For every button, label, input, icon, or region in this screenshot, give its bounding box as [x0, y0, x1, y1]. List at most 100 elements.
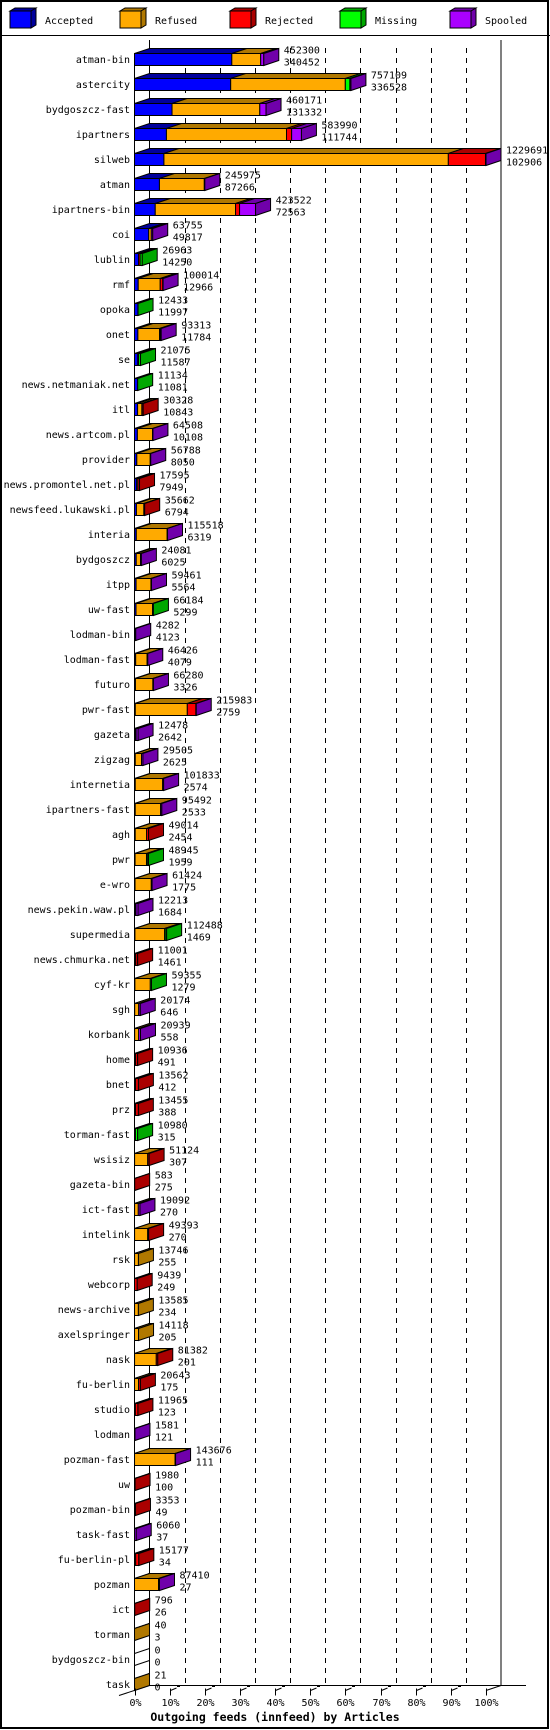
- accepted-value-label: 0: [155, 1658, 161, 1669]
- row-label: axelspringer: [58, 1330, 130, 1341]
- bar-segment-missing: [344, 78, 351, 91]
- row-label: uw: [118, 1480, 131, 1491]
- row-label: interia: [88, 530, 130, 541]
- x-tick-label: 60%: [336, 1698, 354, 1709]
- accepted-value-label: 121: [155, 1433, 173, 1444]
- bar-segment-accepted: [134, 153, 165, 166]
- accepted-value-label: 1775: [172, 883, 196, 894]
- accepted-value-label: 491: [158, 1058, 176, 1069]
- row-label: torman: [94, 1630, 130, 1641]
- row-label: wsisiz: [94, 1155, 130, 1166]
- total-value-label: 112488: [187, 921, 223, 932]
- accepted-value-label: 49817: [173, 233, 203, 244]
- total-value-label: 40: [155, 1621, 167, 1632]
- x-tick-label: 30%: [231, 1698, 249, 1709]
- legend-swatch-side: [140, 7, 147, 29]
- total-value-label: 64508: [173, 421, 203, 432]
- total-value-label: 30328: [163, 396, 193, 407]
- x-tick-depth-marker: [247, 1685, 250, 1687]
- row-label: ict-fast: [82, 1205, 130, 1216]
- accepted-value-label: 234: [158, 1308, 176, 1319]
- legend-swatch-accepted: [9, 10, 32, 29]
- accepted-value-label: 175: [160, 1383, 178, 1394]
- bar-segment-refused: [134, 1453, 176, 1466]
- bar-segment-refused: [165, 128, 287, 141]
- accepted-value-label: 412: [158, 1083, 176, 1094]
- accepted-value-label: 2642: [158, 733, 182, 744]
- accepted-value-label: 205: [159, 1333, 177, 1344]
- x-tick-depth-marker: [388, 1685, 391, 1687]
- legend-swatch-side: [470, 7, 477, 29]
- accepted-value-label: 49: [156, 1508, 168, 1519]
- total-value-label: 12478: [158, 721, 188, 732]
- bar-segment-rejected: [186, 703, 197, 716]
- accepted-value-label: 1279: [172, 983, 196, 994]
- row-label: silweb: [94, 155, 130, 166]
- total-value-label: 1980: [155, 1471, 179, 1482]
- accepted-value-label: 2574: [184, 783, 208, 794]
- legend-swatch-side: [250, 7, 257, 29]
- row-label: uw-fast: [88, 605, 130, 616]
- total-value-label: 6060: [156, 1521, 180, 1532]
- total-value-label: 423522: [276, 196, 312, 207]
- bar-segment-accepted: [134, 253, 140, 266]
- bar-segment-refused: [134, 753, 143, 766]
- row-label: internetia: [70, 780, 130, 791]
- total-value-label: 115518: [188, 521, 224, 532]
- total-value-label: 20939: [161, 1021, 191, 1032]
- total-value-label: 757109: [371, 71, 407, 82]
- x-tick-label: 70%: [372, 1698, 390, 1709]
- row-label: supermedia: [70, 930, 130, 941]
- total-value-label: 24081: [161, 546, 191, 557]
- total-value-label: 21075: [161, 346, 191, 357]
- bar-segment-refused: [134, 803, 162, 816]
- bar-segment-accepted: [134, 228, 150, 241]
- row-label: torman-fast: [64, 1130, 130, 1141]
- accepted-value-label: 270: [160, 1208, 178, 1219]
- bar-top-accepted: [134, 73, 246, 79]
- legend-swatch-refused: [119, 10, 142, 29]
- row-label: news.artcom.pl: [46, 430, 130, 441]
- total-value-label: 35662: [165, 496, 195, 507]
- total-value-label: 46426: [168, 646, 198, 657]
- bar-segment-refused: [230, 78, 346, 91]
- x-tick-depth-marker: [177, 1685, 180, 1687]
- x-tick-depth-marker: [282, 1685, 285, 1687]
- bar-segment-accepted: [134, 53, 233, 66]
- x-tick-label: 10%: [161, 1698, 179, 1709]
- total-value-label: 10980: [158, 1121, 188, 1132]
- bar-segment-refused: [135, 578, 152, 591]
- bar-segment-refused: [134, 1353, 157, 1366]
- total-value-label: 245975: [225, 171, 261, 182]
- total-value-label: 59355: [172, 971, 202, 982]
- row-label: pozman-bin: [70, 1505, 130, 1516]
- row-label: pwr: [112, 855, 130, 866]
- legend-label: Missing: [375, 16, 417, 27]
- total-value-label: 19092: [160, 1196, 190, 1207]
- row-label: prz: [112, 1105, 130, 1116]
- total-value-label: 21: [155, 1671, 167, 1682]
- bar-segment-accepted: [134, 328, 139, 341]
- bar-segment-refused: [163, 153, 449, 166]
- bar-segment-refused: [135, 653, 148, 666]
- total-value-label: 583990: [321, 121, 357, 132]
- row-label: bydgoszcz-bin: [52, 1655, 130, 1666]
- row-label: cyf-kr: [94, 980, 130, 991]
- bar-segment-refused: [134, 1253, 139, 1266]
- bar-segment-refused: [134, 1378, 140, 1391]
- bar-segment-refused: [134, 778, 164, 791]
- accepted-value-label: 5299: [173, 608, 197, 619]
- row-label: news.pekin.waw.pl: [28, 905, 130, 916]
- row-label: task-fast: [76, 1530, 130, 1541]
- bar-segment-refused: [134, 1228, 149, 1241]
- legend-label: Accepted: [45, 16, 93, 27]
- bar-segment-refused: [134, 828, 148, 841]
- accepted-value-label: 131332: [286, 108, 322, 119]
- row-label: news.netmaniak.net: [22, 380, 130, 391]
- bar-segment-spooled: [259, 103, 267, 116]
- x-tick-label: 50%: [301, 1698, 319, 1709]
- total-value-label: 66184: [173, 596, 203, 607]
- bar-segment-rejected: [286, 128, 293, 141]
- total-value-label: 12213: [158, 896, 188, 907]
- total-value-label: 143676: [196, 1446, 232, 1457]
